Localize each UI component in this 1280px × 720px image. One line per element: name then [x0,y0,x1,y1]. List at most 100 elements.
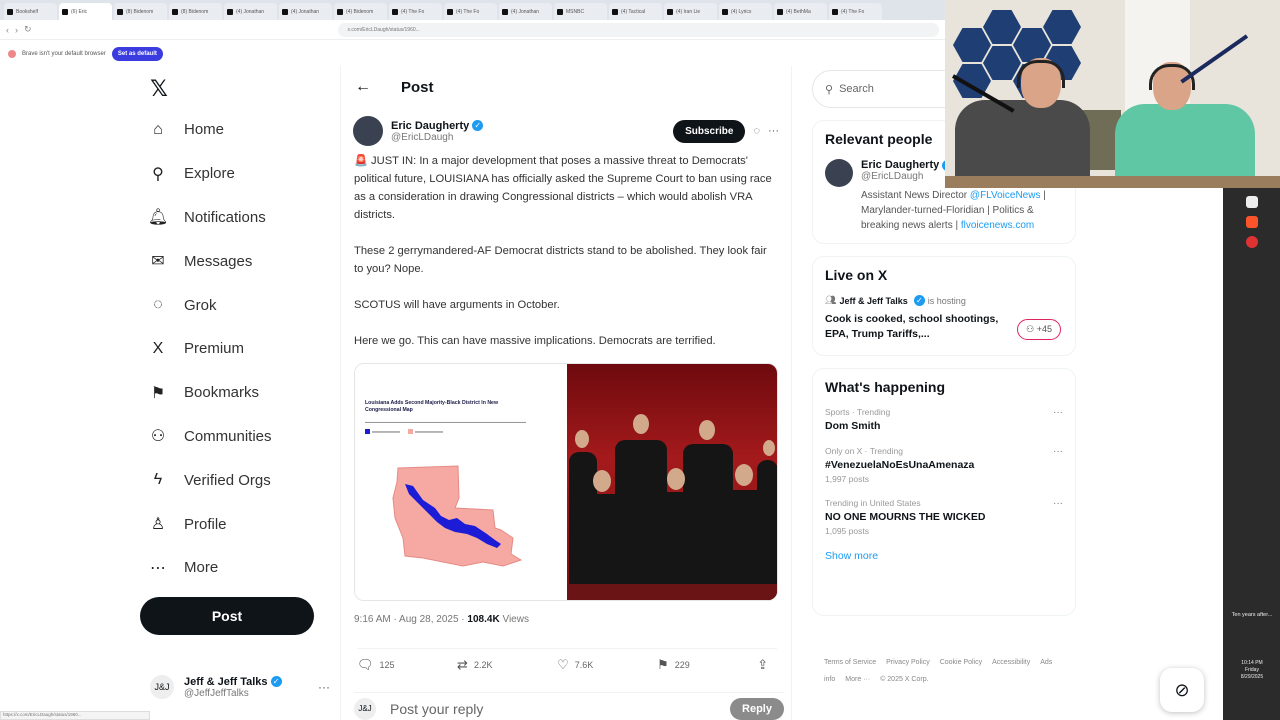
browser-tab[interactable]: (4) Tactical [609,3,662,20]
brave-icon[interactable] [1245,216,1258,228]
premium-icon: X [152,339,164,357]
url-field[interactable]: x.com/EricLDaugh/status/1960... [337,22,939,37]
nav-item-verified-orgs[interactable]: ϟ Verified Orgs [140,458,320,502]
trend-item[interactable]: Sports · Trending Dom Smith ··· [825,407,1063,432]
bio-mention-link[interactable]: @FLVoiceNews [970,190,1041,201]
tab-favicon-icon [62,8,68,15]
explore-icon: ⚲ [152,165,164,183]
repost-icon: ⇄ [457,656,468,672]
post-actions: 🗨︎ 125 ⇄ 2.2K ♡ 7.6K ⚑ 229 ⇪ [357,648,777,674]
x-logo-icon[interactable]: 𝕏 [140,70,178,108]
browser-tab[interactable]: (8) Bidenom [169,3,222,20]
footer-link[interactable]: Terms of Service [824,659,876,666]
tab-label: (4) The Fo [401,8,425,15]
author-name[interactable]: Eric Daugherty [391,120,469,132]
nav-item-explore[interactable]: ⚲ Explore [140,152,320,196]
author-avatar[interactable] [353,116,383,146]
browser-tab[interactable]: Bookshelf [4,3,57,20]
browser-tab[interactable]: (4) Lyrics [719,3,772,20]
nav-label: Bookmarks [184,384,260,402]
tab-label: (6) Eric [71,8,88,15]
browser-tab[interactable]: (4) Iran Lie [664,3,717,20]
more-options-icon[interactable]: ··· [768,125,779,137]
nav-item-profile[interactable]: ♙ Profile [140,502,320,546]
louisiana-map-image[interactable]: Louisiana Adds Second Majority-Black Dis… [355,364,568,600]
like-action[interactable]: ♡ 7.6K [557,657,657,673]
reload-icon[interactable]: ↻ [24,24,32,35]
show-more-link[interactable]: Show more [825,550,1063,562]
tab-label: (8) Bidenom [126,8,154,15]
tab-label: (4) Tactical [621,8,646,15]
trend-title: Dom Smith [825,420,881,432]
nav-item-premium[interactable]: X Premium [140,327,320,371]
share-action[interactable]: ⇪ [757,657,777,673]
post-media[interactable]: Louisiana Adds Second Majority-Black Dis… [354,363,778,601]
browser-tab[interactable]: (4) Bidenom [334,3,387,20]
browser-tab[interactable]: (4) Jonathan [499,3,552,20]
footer-link[interactable]: Accessibility [992,659,1030,666]
relevant-name[interactable]: Eric Daugherty [861,159,939,171]
bookmark-count: 229 [674,659,690,670]
reply-action[interactable]: 🗨︎ 125 [357,657,457,673]
bio-website-link[interactable]: flvoicenews.com [961,220,1034,231]
footer-link[interactable]: © 2025 X Corp. [880,676,928,683]
obs-icon[interactable] [1245,236,1258,248]
browser-tab[interactable]: (4) Jonathan [224,3,277,20]
bookmarks-icon: ⚑ [150,384,166,402]
post-time[interactable]: 9:16 AM · Aug 28, 2025 · [354,614,467,625]
tab-favicon-icon [337,8,343,15]
grok-icon[interactable]: ◌ [753,125,760,137]
post-button[interactable]: Post [140,597,314,635]
browser-tab[interactable]: (4) Jonathan [279,3,332,20]
account-switcher[interactable]: J&J Jeff & Jeff Talks ✓ @JeffJeffTalks ··… [150,670,330,704]
set-default-button[interactable]: Set as default [111,47,163,61]
nav-item-messages[interactable]: ✉ Messages [140,239,320,283]
trend-more-icon[interactable]: ··· [1053,446,1063,457]
bookmark-action[interactable]: ⚑ 229 [657,657,757,673]
footer-link[interactable]: More ··· [845,676,870,683]
browser-tab[interactable]: (8) Bidenom [114,3,167,20]
nav-label: Explore [184,165,235,183]
trend-item[interactable]: Trending in United States NO ONE MOURNS T… [825,498,1063,536]
nav-item-more[interactable]: ⋯ More [140,546,320,590]
status-bar-url: https://x.com/EricLDaugh/status/1960... [0,711,150,720]
browser-tab[interactable]: (4) The Fo [389,3,442,20]
back-arrow-icon[interactable]: ← [355,78,371,96]
trend-more-icon[interactable]: ··· [1053,407,1063,418]
webcam-overlay [945,0,1280,188]
browser-tab[interactable]: (4) The Fo [444,3,497,20]
repost-action[interactable]: ⇄ 2.2K [457,657,557,673]
nav-item-bookmarks[interactable]: ⚑ Bookmarks [140,371,320,415]
nav-item-notifications[interactable]: 🔔︎ Notifications [140,196,320,240]
footer-link[interactable]: Cookie Policy [940,659,982,666]
grok-icon: ⊘ [1174,679,1190,700]
subscribe-button[interactable]: Subscribe [673,119,746,143]
relevant-avatar[interactable] [825,159,853,187]
author-handle[interactable]: @EricLDaugh [391,132,483,143]
browser-tab[interactable]: (4) The Fo [829,3,882,20]
trend-more-icon[interactable]: ··· [1053,498,1063,509]
browser-tab[interactable]: MSNBC [554,3,607,20]
reply-composer: J&J Post your reply Reply [354,692,784,720]
app-icon[interactable] [1245,196,1258,208]
forward-nav-icon[interactable]: › [15,25,18,35]
nav-item-grok[interactable]: ◌ Grok [140,283,320,327]
trend-item[interactable]: Only on X · Trending #VenezuelaNoEsUnaAme… [825,446,1063,484]
reply-input[interactable]: Post your reply [390,701,483,717]
reply-button[interactable]: Reply [730,697,784,720]
system-notification[interactable]: Ten years after... [1226,612,1278,618]
tab-favicon-icon [392,8,398,15]
live-on-x-card[interactable]: Live on X 👥︎ Jeff & Jeff Talks ✓ is hosting… [812,256,1076,356]
browser-tab[interactable]: (4) BethMa [774,3,827,20]
footer-link[interactable]: Privacy Policy [886,659,930,666]
back-nav-icon[interactable]: ‹ [6,25,9,35]
nav-item-home[interactable]: ⌂ Home [140,108,320,152]
browser-tab[interactable]: (6) Eric [59,3,112,20]
grok-floating-button[interactable]: ⊘ [1160,668,1204,712]
nav-label: Grok [184,296,217,314]
post-text: 🚨 JUST IN: In a major development that p… [341,146,791,350]
nav-item-communities[interactable]: ⚇ Communities [140,415,320,459]
supreme-court-photo[interactable] [567,364,777,600]
more-options-icon[interactable]: ··· [318,680,330,694]
happening-title: What's happening [825,379,945,395]
